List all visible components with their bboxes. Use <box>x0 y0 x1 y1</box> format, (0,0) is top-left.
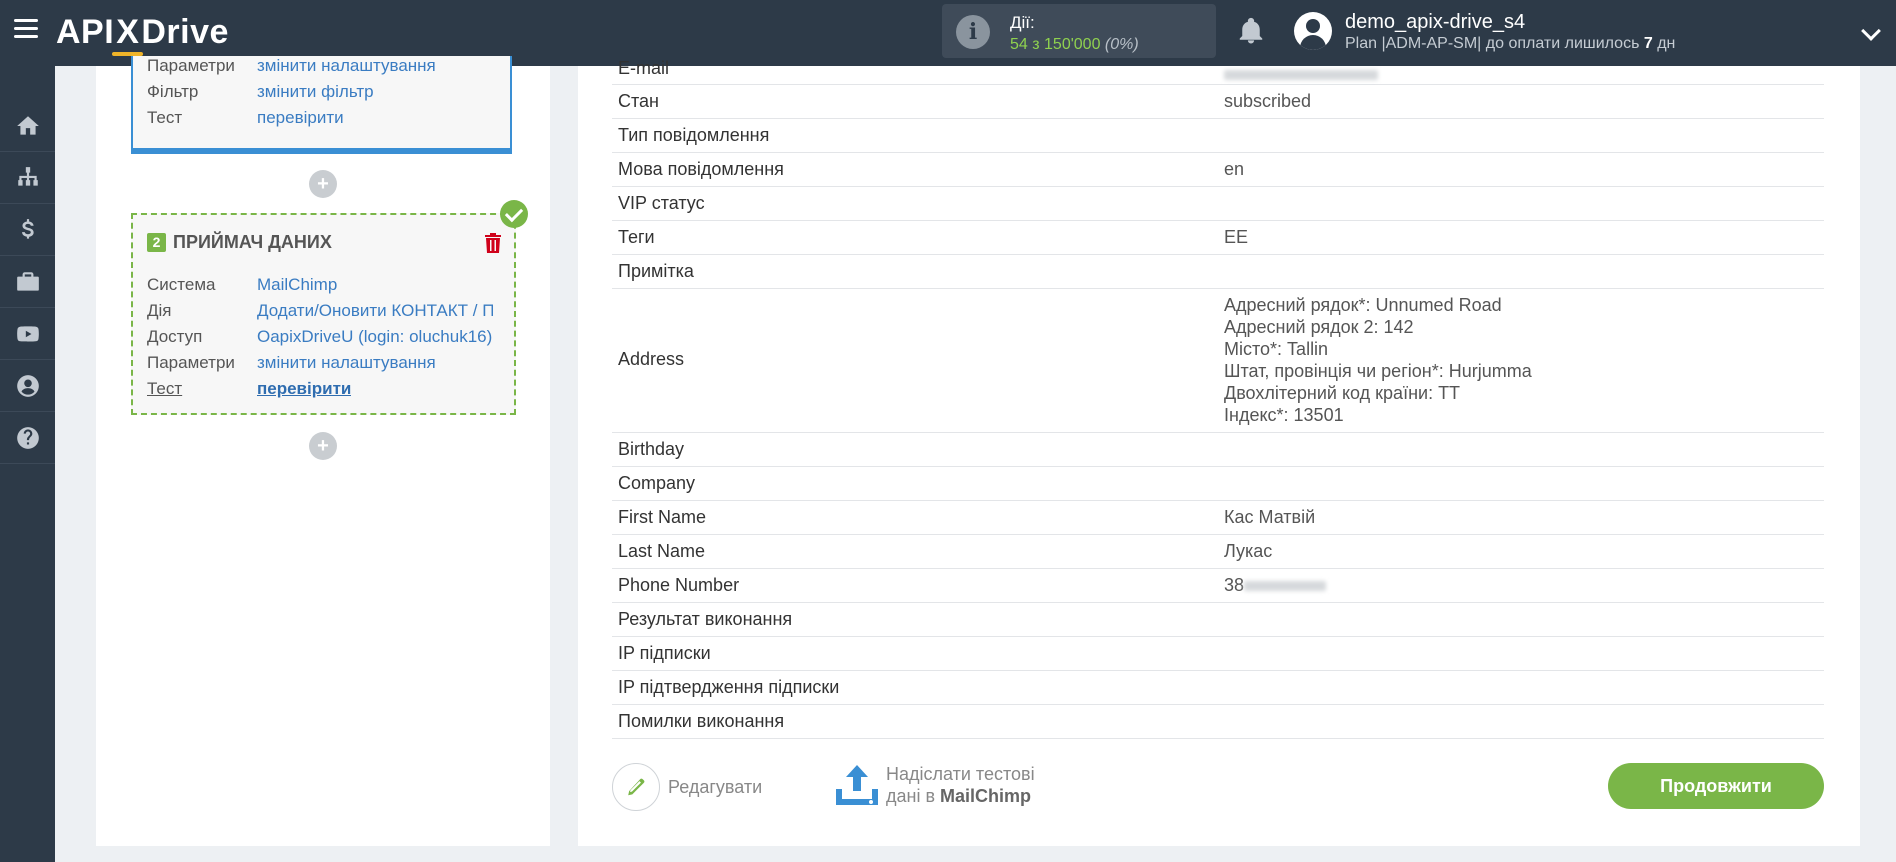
table-row: Тип повідомлення <box>612 119 1824 153</box>
menu-icon[interactable] <box>14 19 38 39</box>
table-row: Теги ЕЕ <box>612 221 1824 255</box>
pencil-icon <box>612 763 660 811</box>
table-row: VIP статус <box>612 187 1824 221</box>
avatar[interactable] <box>1294 12 1332 50</box>
youtube-icon[interactable] <box>0 308 55 360</box>
change-filter-link[interactable]: змінити фільтр <box>257 82 374 102</box>
block2-row-params: Параметри змінити налаштування <box>147 353 436 373</box>
change-settings-link[interactable]: змінити налаштування <box>257 353 436 373</box>
bell-icon[interactable] <box>1236 16 1266 46</box>
continue-button[interactable]: Продовжити <box>1608 763 1824 809</box>
logo[interactable]: API X Drive <box>56 10 229 56</box>
table-row: Мова повідомлення en <box>612 153 1824 187</box>
table-row: First Name Кас Матвій <box>612 501 1824 535</box>
table-row: Результат виконання <box>612 603 1824 637</box>
action-link[interactable]: Додати/Оновити КОНТАКТ / ПІДПИСНИКА <box>257 301 493 321</box>
table-row: Company <box>612 467 1824 501</box>
fields-table: E-mail Стан subscribed Тип повідомлення М… <box>612 58 1824 739</box>
source-block: Параметри змінити налаштування Фільтр змін… <box>131 56 512 154</box>
access-link[interactable]: OapixDriveU (login: oluchuk16) <box>257 327 492 347</box>
check-link[interactable]: перевірити <box>257 379 351 399</box>
add-step-button[interactable]: + <box>309 432 337 460</box>
table-row: Стан subscribed <box>612 85 1824 119</box>
block2-row-test: Тест перевірити <box>147 379 352 399</box>
home-icon[interactable] <box>0 100 55 152</box>
block2-row-action: ДіяДодати/Оновити КОНТАКТ / ПІДПИСНИКА <box>147 301 493 321</box>
check-link[interactable]: перевірити <box>257 108 344 128</box>
table-row: E-mail <box>612 58 1824 85</box>
actions-counter[interactable]: i Дії: 54 з 150'000 (0%) <box>942 4 1216 58</box>
info-icon: i <box>956 15 990 49</box>
block1-row-test: Тест перевірити <box>147 108 344 128</box>
upload-icon <box>836 765 878 805</box>
blurred-email <box>1224 64 1378 85</box>
change-settings-link[interactable]: змінити налаштування <box>257 56 436 76</box>
user-circle-icon[interactable] <box>0 360 55 412</box>
step-number-badge: 2 <box>147 233 166 252</box>
user-name[interactable]: demo_apix-drive_s4 <box>1345 11 1525 34</box>
block-title: ПРИЙМАЧ ДАНИХ <box>173 232 332 252</box>
edit-button[interactable]: Редагувати <box>612 763 762 811</box>
table-row: IP підписки <box>612 637 1824 671</box>
check-icon <box>500 200 528 228</box>
table-row-address: Address Адресний рядок*: Unnumed Road Ад… <box>612 289 1824 433</box>
pipeline-panel: Параметри змінити налаштування Фільтр змін… <box>96 56 550 846</box>
table-row: Birthday <box>612 433 1824 467</box>
dollar-icon[interactable] <box>0 204 55 256</box>
add-step-button[interactable]: + <box>309 170 337 198</box>
actions-label: Дії: <box>1010 13 1035 32</box>
sidebar <box>0 66 55 862</box>
block1-row-params: Параметри змінити налаштування <box>147 56 436 76</box>
destination-block[interactable]: 2 ПРИЙМАЧ ДАНИХ Система MailChimp Дія Дода… <box>131 213 516 415</box>
sitemap-icon[interactable] <box>0 152 55 204</box>
table-row: Примітка <box>612 255 1824 289</box>
block2-row-system: Система MailChimp <box>147 275 338 295</box>
table-row: IP підтвердження підписки <box>612 671 1824 705</box>
trash-icon[interactable] <box>485 233 501 253</box>
block1-row-filter: Фільтр змінити фільтр <box>147 82 374 102</box>
table-row: Last Name Лукас <box>612 535 1824 569</box>
chevron-down-icon[interactable] <box>1861 21 1881 41</box>
user-plan: Plan |ADM-AP-SM| до оплати лишилось 7 дн <box>1345 35 1676 52</box>
test-data-panel: E-mail Стан subscribed Тип повідомлення М… <box>578 58 1860 846</box>
table-row: Phone Number 38 <box>612 569 1824 603</box>
briefcase-icon[interactable] <box>0 256 55 308</box>
actions-count: 54 з 150'000 (0%) <box>1010 36 1139 53</box>
system-link[interactable]: MailChimp <box>257 275 337 295</box>
block2-row-access: Доступ OapixDriveU (login: oluchuk16) <box>147 327 493 347</box>
table-row: Помилки виконання <box>612 705 1824 739</box>
help-icon[interactable] <box>0 412 55 464</box>
